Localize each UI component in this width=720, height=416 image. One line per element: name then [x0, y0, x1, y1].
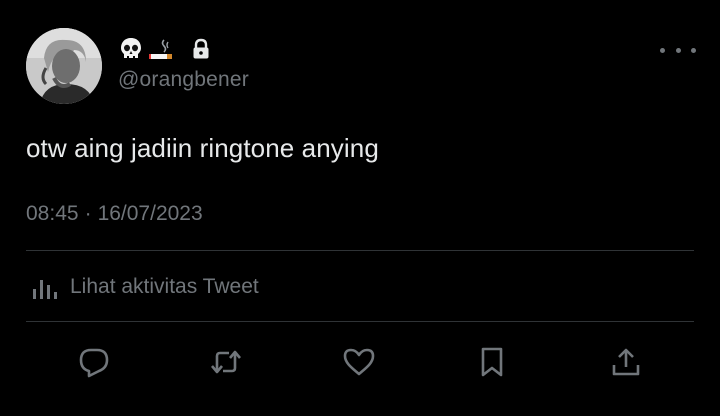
divider	[26, 321, 694, 322]
retweet-icon	[211, 350, 241, 374]
like-button[interactable]	[339, 340, 379, 384]
avatar[interactable]	[26, 28, 102, 104]
more-icon-dot	[691, 47, 696, 53]
cigarette-icon	[148, 36, 174, 62]
lock-icon	[190, 38, 212, 60]
bookmark-button[interactable]	[472, 340, 512, 384]
heart-icon	[343, 348, 375, 376]
skull-icon	[118, 36, 144, 62]
tweet-timestamp[interactable]: 08:45 · 16/07/2023	[26, 202, 203, 226]
more-icon-dot	[675, 47, 681, 53]
avatar-photo	[26, 28, 102, 104]
bookmark-icon	[481, 347, 503, 377]
tweet-detail: @orangbener otw aing jadiin ringtone any…	[0, 0, 720, 416]
activity-label: Lihat aktivitas Tweet	[70, 275, 259, 298]
meta-separator: ·	[84, 202, 92, 225]
tweet-date: 16/07/2023	[97, 202, 203, 225]
tweet-time: 08:45	[26, 202, 79, 225]
reply-icon	[79, 348, 109, 378]
analytics-icon	[33, 280, 57, 299]
display-name[interactable]	[118, 34, 212, 64]
more-options-button[interactable]	[660, 36, 696, 64]
reply-button[interactable]	[74, 340, 114, 384]
retweet-button[interactable]	[206, 340, 246, 384]
tweet-actions-bar	[0, 340, 720, 384]
more-icon-dot	[660, 47, 665, 53]
divider	[26, 250, 694, 251]
tweet-text: otw aing jadiin ringtone anying	[26, 133, 379, 163]
share-icon	[612, 348, 640, 376]
view-tweet-activity-button[interactable]: Lihat aktivitas Tweet	[30, 272, 259, 302]
share-button[interactable]	[606, 340, 646, 384]
user-handle[interactable]: @orangbener	[118, 68, 249, 92]
